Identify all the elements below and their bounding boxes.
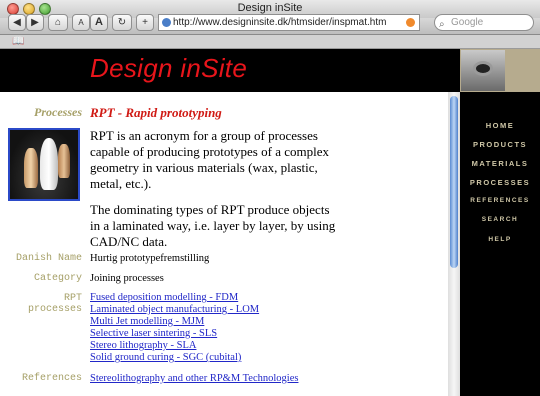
browser-toolbar: ◀ ▶ ⌂ A A ↻ + http://www.designinsite.dk… xyxy=(0,14,540,35)
page-title: RPT - Rapid prototyping xyxy=(90,105,222,120)
plus-icon: + xyxy=(142,17,148,28)
text-smaller-icon: A xyxy=(78,18,84,27)
scrollbar-thumb[interactable] xyxy=(450,96,458,268)
search-icon: ⌕ xyxy=(439,19,445,30)
nav-products[interactable]: PRODUCTS xyxy=(460,140,540,149)
text-bigger-icon: A xyxy=(95,16,103,28)
rpt-processes-label: RPT processes xyxy=(28,293,82,315)
home-icon: ⌂ xyxy=(54,17,62,28)
globe-icon xyxy=(162,18,171,27)
bookmarks-book-icon[interactable]: 📖 xyxy=(12,36,24,47)
rpt-processes-label-line2: processes xyxy=(27,304,82,315)
nav-references[interactable]: REFERENCES xyxy=(460,197,540,204)
search-input[interactable]: ⌕ Google xyxy=(434,14,534,31)
eye-iris xyxy=(476,64,490,73)
nav-help[interactable]: HELP xyxy=(460,236,540,243)
reload-icon: ↻ xyxy=(117,17,127,28)
url-text: http://www.designinsite.dk/htmsider/insp… xyxy=(173,17,387,28)
process-link[interactable]: Solid ground curing - SGC (cubital) xyxy=(90,352,259,364)
vase-right xyxy=(58,144,70,178)
nav-search[interactable]: SEARCH xyxy=(460,216,540,223)
nav-home[interactable]: HOME xyxy=(460,121,540,130)
main-content: Processes RPT - Rapid prototyping RPT is… xyxy=(0,92,448,396)
text-smaller-button[interactable]: A xyxy=(72,14,90,31)
process-link[interactable]: Stereo lithography - SLA xyxy=(90,340,259,352)
site-header xyxy=(0,49,540,92)
category-label: Category xyxy=(33,273,82,284)
rss-icon[interactable] xyxy=(406,18,415,27)
back-button[interactable]: ◀ xyxy=(8,14,26,31)
reload-button[interactable]: ↻ xyxy=(112,14,132,31)
forward-button[interactable]: ▶ xyxy=(26,14,44,31)
add-bookmark-button[interactable]: + xyxy=(136,14,154,31)
process-link[interactable]: Selective laser sintering - SLS xyxy=(90,328,259,340)
nav-materials[interactable]: MATERIALS xyxy=(460,159,540,168)
references-label: References xyxy=(21,373,82,384)
category-value: Joining processes xyxy=(90,273,164,284)
vase-center xyxy=(40,138,58,190)
window-title: Design inSite xyxy=(237,2,303,14)
forward-icon: ▶ xyxy=(31,17,39,28)
url-field[interactable]: http://www.designinsite.dk/htmsider/insp… xyxy=(158,14,420,31)
back-icon: ◀ xyxy=(13,17,21,28)
prototype-vases-image xyxy=(8,128,80,201)
reference-link[interactable]: Stereolithography and other RP&M Technol… xyxy=(90,373,298,385)
process-link[interactable]: Multi Jet modelling - MJM xyxy=(90,316,259,328)
danish-name-label: Danish Name xyxy=(15,253,82,264)
rpt-process-list: Fused deposition modelling - FDM Laminat… xyxy=(90,292,259,364)
search-placeholder: Google xyxy=(451,17,484,28)
site-logo[interactable]: Design inSite xyxy=(90,53,247,84)
references-value: Stereolithography and other RP&M Technol… xyxy=(90,373,298,385)
bookmarks-bar: 📖 xyxy=(0,35,540,49)
process-link[interactable]: Laminated object manufacturing - LOM xyxy=(90,304,259,316)
text-bigger-button[interactable]: A xyxy=(90,14,108,31)
process-link[interactable]: Fused deposition modelling - FDM xyxy=(90,292,259,304)
rpt-processes-label-line1: RPT xyxy=(63,293,82,304)
description-paragraph-2: The dominating types of RPT produce obje… xyxy=(90,202,336,249)
description-paragraph-1: RPT is an acronym for a group of process… xyxy=(90,128,329,191)
section-label: Processes xyxy=(34,105,82,119)
side-navigation xyxy=(460,92,540,396)
home-button[interactable]: ⌂ xyxy=(48,14,68,31)
nav-processes[interactable]: PROCESSES xyxy=(460,178,540,187)
danish-name-value: Hurtig prototypefremstilling xyxy=(90,253,210,264)
vase-left xyxy=(24,148,38,188)
